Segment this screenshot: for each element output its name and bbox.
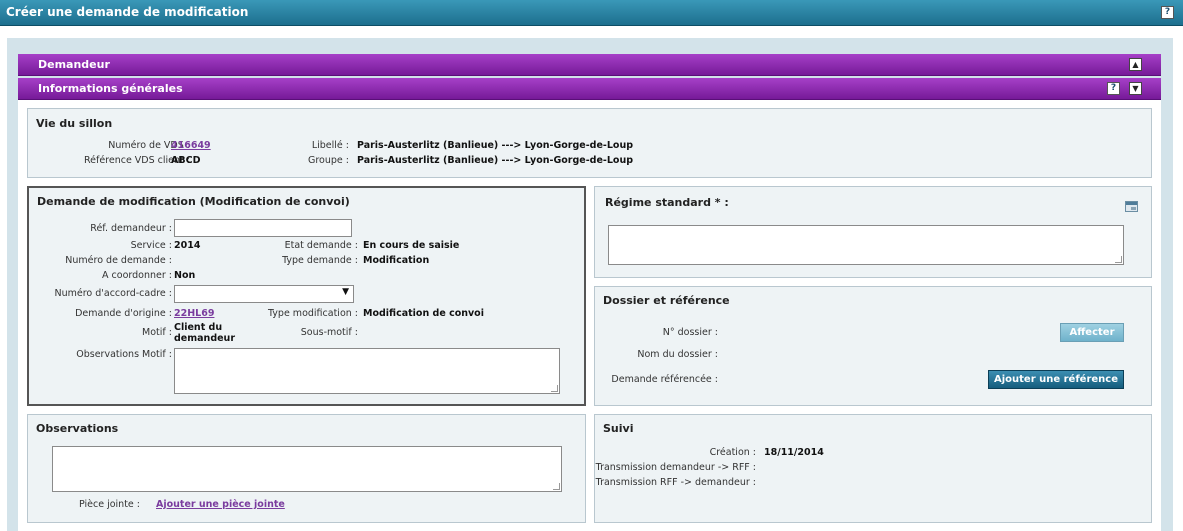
coordonner-label: A coordonner : <box>102 270 172 281</box>
type-modification-label: Type modification : <box>267 308 358 319</box>
groupe-value: Paris-Austerlitz (Banlieue) ---> Lyon-Go… <box>357 155 634 166</box>
etat-label: Etat demande : <box>284 240 358 251</box>
section-informations-generales[interactable]: Informations générales ? ▼ <box>18 78 1161 100</box>
section-help-icon[interactable]: ? <box>1107 82 1120 95</box>
creation-value: 18/11/2014 <box>764 447 824 458</box>
ref-client-value: ABCD <box>171 155 201 166</box>
affecter-button[interactable]: Affecter <box>1060 323 1124 342</box>
panel-title: Dossier et référence <box>603 294 730 307</box>
demande-origine-link[interactable]: 22HL69 <box>174 308 214 319</box>
panel-title: Demande de modification (Modification de… <box>37 195 350 208</box>
nom-dossier-label: Nom du dossier : <box>637 349 718 360</box>
motif-value-line2: demandeur <box>174 333 236 344</box>
sous-motif-label: Sous-motif : <box>300 327 358 338</box>
demande-referencee-label: Demande référencée : <box>611 374 718 385</box>
panel-dossier-reference: Dossier et référence N° dossier : Nom du… <box>594 286 1152 406</box>
motif-value-line1: Client du <box>174 322 223 333</box>
section-demandeur[interactable]: Demandeur ▲ <box>18 54 1161 76</box>
help-icon[interactable]: ? <box>1161 6 1174 19</box>
ajouter-reference-button[interactable]: Ajouter une référence <box>988 370 1124 389</box>
ref-demandeur-label: Réf. demandeur : <box>90 223 172 234</box>
groupe-label: Groupe : <box>308 155 349 166</box>
ajouter-piece-jointe-link[interactable]: Ajouter une pièce jointe <box>156 499 285 510</box>
window-title: Créer une demande de modification <box>6 5 249 19</box>
numero-demande-label: Numéro de demande : <box>65 255 172 266</box>
panel-demande-modification: Demande de modification (Modification de… <box>27 186 586 406</box>
accord-cadre-select[interactable]: ▼ <box>174 285 354 303</box>
demande-origine-label: Demande d'origine : <box>75 308 172 319</box>
transmission-rff-demandeur-label: Transmission RFF -> demandeur : <box>595 477 756 488</box>
panel-vie-du-sillon: Vie du sillon Numéro de VDS : 416649 Réf… <box>27 108 1152 178</box>
collapse-down-icon[interactable]: ▼ <box>1129 82 1142 95</box>
etat-value: En cours de saisie <box>363 240 460 251</box>
obs-motif-textarea[interactable] <box>174 348 560 394</box>
regime-textarea[interactable] <box>608 225 1124 265</box>
panel-regime-standard: Régime standard * : <box>594 186 1152 278</box>
calendar-icon[interactable] <box>1125 201 1138 212</box>
numero-dossier-label: N° dossier : <box>662 327 718 338</box>
service-value: 2014 <box>174 240 201 251</box>
ref-demandeur-input[interactable] <box>174 219 352 237</box>
panel-title: Régime standard * : <box>605 196 729 209</box>
service-label: Service : <box>130 240 172 251</box>
panel-title: Suivi <box>603 422 634 435</box>
libelle-value: Paris-Austerlitz (Banlieue) ---> Lyon-Go… <box>357 140 634 151</box>
type-demande-label: Type demande : <box>282 255 358 266</box>
panel-title: Observations <box>36 422 119 435</box>
section-demandeur-label: Demandeur <box>38 58 110 71</box>
piece-jointe-label: Pièce jointe : <box>79 499 140 510</box>
obs-motif-label: Observations Motif : <box>76 349 172 360</box>
creation-label: Création : <box>709 447 756 458</box>
type-demande-value: Modification <box>363 255 430 266</box>
num-vds-link[interactable]: 416649 <box>171 140 211 151</box>
panel-title: Vie du sillon <box>36 117 113 130</box>
panel-suivi: Suivi Création : 18/11/2014 Transmission… <box>594 414 1152 523</box>
expand-up-icon[interactable]: ▲ <box>1129 58 1142 71</box>
observations-textarea[interactable] <box>52 446 562 492</box>
panel-observations: Observations Pièce jointe : Ajouter une … <box>27 414 586 523</box>
accord-cadre-label: Numéro d'accord-cadre : <box>54 288 172 299</box>
motif-label: Motif : <box>142 327 172 338</box>
transmission-demandeur-rff-label: Transmission demandeur -> RFF : <box>595 462 756 473</box>
section-informations-label: Informations générales <box>38 82 183 95</box>
coordonner-value: Non <box>174 270 196 281</box>
window-titlebar: Créer une demande de modification ? <box>0 0 1183 26</box>
type-modification-value: Modification de convoi <box>363 308 484 319</box>
libelle-label: Libellé : <box>311 140 349 151</box>
dropdown-arrow-icon: ▼ <box>342 287 349 297</box>
